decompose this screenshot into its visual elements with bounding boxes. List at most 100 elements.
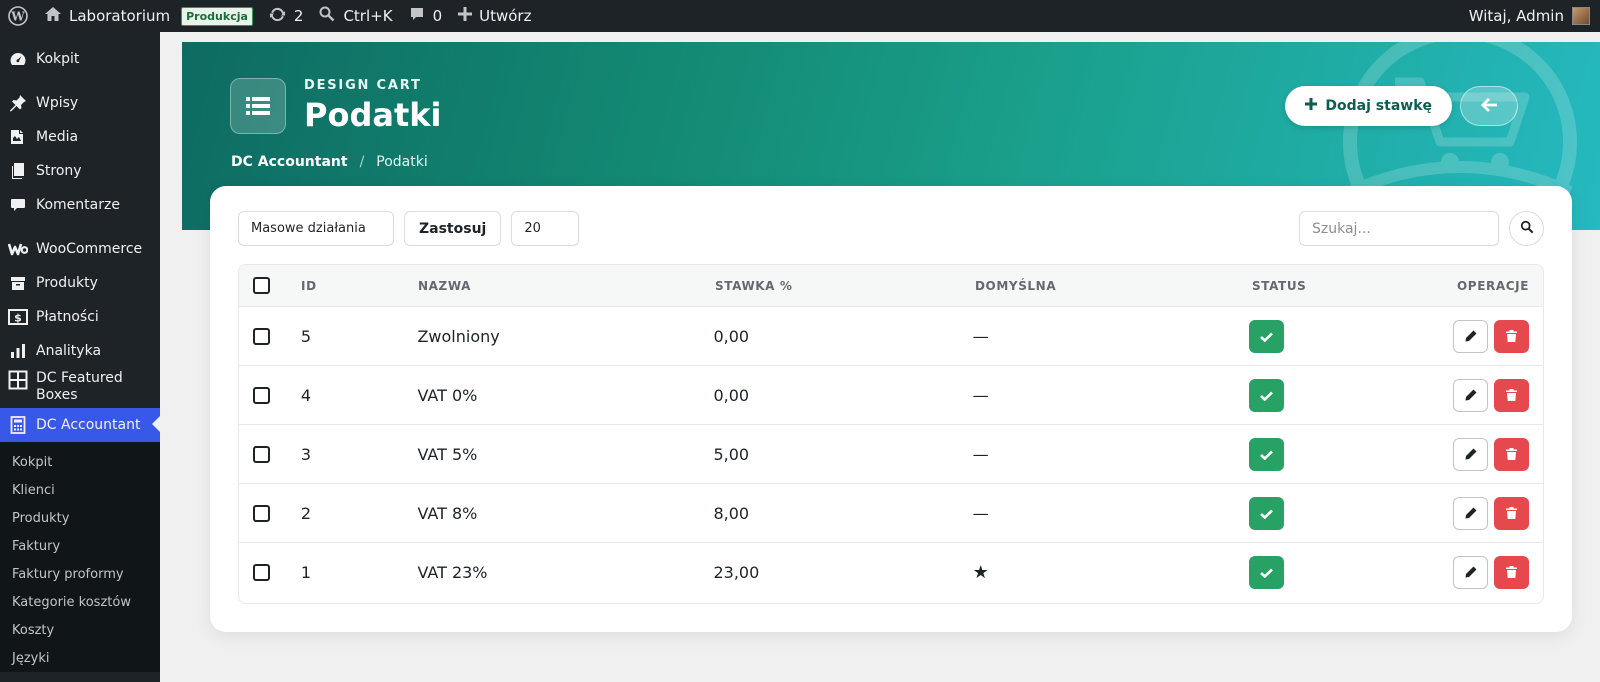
comments-link[interactable]: 0	[401, 0, 451, 32]
column-header-id[interactable]: ID	[301, 279, 418, 293]
status-active-toggle[interactable]	[1248, 556, 1284, 589]
pencil-icon	[1465, 327, 1477, 346]
sidebar-item-produkty[interactable]: Produkty	[0, 266, 160, 300]
table-row: 2 VAT 8% 8,00 —	[239, 484, 1543, 543]
environment-badge: Produkcja	[181, 6, 253, 26]
submenu-item-koszty[interactable]: Koszty	[0, 616, 160, 644]
pencil-icon	[1465, 445, 1477, 464]
submenu-item-kokpit[interactable]: Kokpit	[0, 448, 160, 476]
sidebar-item-label: Strony	[36, 163, 82, 179]
breadcrumb-root-link[interactable]: DC Accountant	[231, 154, 348, 170]
comment-icon	[409, 6, 425, 26]
grid-icon	[8, 370, 28, 390]
search-icon	[319, 6, 335, 26]
row-checkbox[interactable]	[253, 327, 270, 345]
status-active-toggle[interactable]	[1248, 437, 1284, 471]
updates-link[interactable]: 2	[261, 0, 312, 32]
wordpress-logo-icon[interactable]: W	[0, 0, 36, 32]
breadcrumb-separator: /	[359, 154, 365, 170]
add-rate-button[interactable]: Dodaj stawkę	[1285, 86, 1452, 126]
calculator-icon	[8, 415, 28, 435]
cell-default: —	[972, 326, 989, 346]
delete-button[interactable]	[1494, 496, 1529, 530]
check-icon	[1259, 386, 1273, 405]
command-palette-link[interactable]: Ctrl+K	[311, 0, 400, 32]
edit-button[interactable]	[1453, 378, 1488, 412]
column-header-name[interactable]: NAZWA	[418, 279, 715, 293]
check-icon	[1259, 445, 1273, 464]
submenu-item-klienci[interactable]: Klienci	[0, 476, 160, 504]
cell-name: VAT 5%	[417, 444, 478, 464]
sidebar-item-kokpit[interactable]: Kokpit	[0, 42, 160, 76]
sidebar-item-label: DC Accountant	[36, 417, 141, 433]
taxes-card: Masowe działania Zastosuj 20 Szukaj... I…	[210, 186, 1572, 632]
edit-button[interactable]	[1453, 437, 1488, 471]
delete-button[interactable]	[1494, 556, 1529, 589]
pages-icon	[8, 161, 28, 181]
submenu-item-faktury-proformy[interactable]: Faktury proformy	[0, 560, 160, 588]
taxes-table: ID NAZWA STAWKA % DOMYŚLNA STATUS OPERAC…	[238, 264, 1544, 604]
comment-icon	[8, 195, 28, 215]
submenu-item-produkty[interactable]: Produkty	[0, 504, 160, 532]
search-button[interactable]	[1509, 211, 1544, 246]
status-active-toggle[interactable]	[1248, 496, 1284, 530]
delete-button[interactable]	[1494, 437, 1529, 471]
per-page-input[interactable]: 20	[511, 211, 580, 246]
page-kicker: DESIGN CART	[304, 78, 422, 93]
row-checkbox[interactable]	[253, 445, 270, 463]
sidebar-item-strony[interactable]: Strony	[0, 154, 160, 188]
status-active-toggle[interactable]	[1248, 319, 1284, 353]
breadcrumb-current: Podatki	[376, 154, 428, 170]
search-input[interactable]: Szukaj...	[1299, 211, 1499, 246]
table-row: 1 VAT 23% 23,00 ★	[239, 543, 1543, 602]
edit-button[interactable]	[1453, 496, 1488, 530]
select-all-checkbox[interactable]	[253, 277, 270, 294]
sidebar-item-label: Płatności	[36, 309, 99, 325]
create-label: Utwórz	[479, 7, 532, 25]
submenu-item-faktury[interactable]: Faktury	[0, 532, 160, 560]
apply-button[interactable]: Zastosuj	[404, 211, 502, 246]
row-checkbox[interactable]	[253, 504, 270, 522]
cell-id: 2	[300, 503, 312, 523]
status-active-toggle[interactable]	[1248, 378, 1284, 412]
edit-button[interactable]	[1453, 319, 1488, 353]
refresh-icon	[269, 6, 286, 27]
bulk-actions-select[interactable]: Masowe działania	[238, 211, 394, 246]
comments-count: 0	[432, 7, 443, 25]
cell-rate: 8,00	[713, 503, 750, 523]
submenu-item-kategorie-kosztow[interactable]: Kategorie kosztów	[0, 588, 160, 616]
sidebar-item-wpisy[interactable]: Wpisy	[0, 86, 160, 120]
plus-icon	[1305, 98, 1318, 114]
sidebar-item-label: WooCommerce	[36, 241, 143, 257]
sidebar-item-label: Kokpit	[36, 51, 80, 67]
column-header-rate[interactable]: STAWKA %	[715, 279, 975, 293]
create-new-link[interactable]: Utwórz	[450, 0, 539, 32]
submenu-dc-accountant: Kokpit Klienci Produkty Faktury Faktury …	[0, 442, 160, 672]
cell-default: —	[972, 444, 989, 464]
sidebar-item-dc-featured-boxes[interactable]: DC Featured Boxes	[0, 368, 160, 408]
search-shortcut: Ctrl+K	[343, 7, 393, 25]
sidebar-item-label: DC Featured Boxes	[36, 370, 123, 403]
dashboard-icon	[8, 49, 28, 69]
sidebar-item-komentarze[interactable]: Komentarze	[0, 188, 160, 222]
svg-text:W: W	[10, 10, 25, 24]
sidebar-item-analityka[interactable]: Analityka	[0, 334, 160, 368]
row-checkbox[interactable]	[253, 386, 270, 404]
site-name-link[interactable]: Laboratorium Produkcja	[36, 0, 261, 32]
back-button[interactable]	[1460, 86, 1518, 126]
submenu-item-jezyki[interactable]: Języki	[0, 644, 160, 672]
delete-button[interactable]	[1494, 378, 1529, 412]
sidebar-item-media[interactable]: Media	[0, 120, 160, 154]
cell-rate: 23,00	[713, 563, 760, 582]
column-header-status: STATUS	[1252, 278, 1307, 293]
updates-count: 2	[293, 7, 304, 25]
user-account-link[interactable]: Witaj, Admin	[1461, 0, 1600, 32]
sidebar-item-platnosci[interactable]: $ Płatności	[0, 300, 160, 334]
delete-button[interactable]	[1494, 319, 1529, 353]
woocommerce-icon	[8, 239, 28, 259]
sidebar-item-woocommerce[interactable]: WooCommerce	[0, 232, 160, 266]
admin-bar: W Laboratorium Produkcja 2 Ctrl+K 0 Utwó…	[0, 0, 1600, 32]
row-checkbox[interactable]	[253, 564, 270, 581]
edit-button[interactable]	[1453, 556, 1488, 589]
sidebar-item-dc-accountant[interactable]: DC Accountant	[0, 408, 160, 442]
